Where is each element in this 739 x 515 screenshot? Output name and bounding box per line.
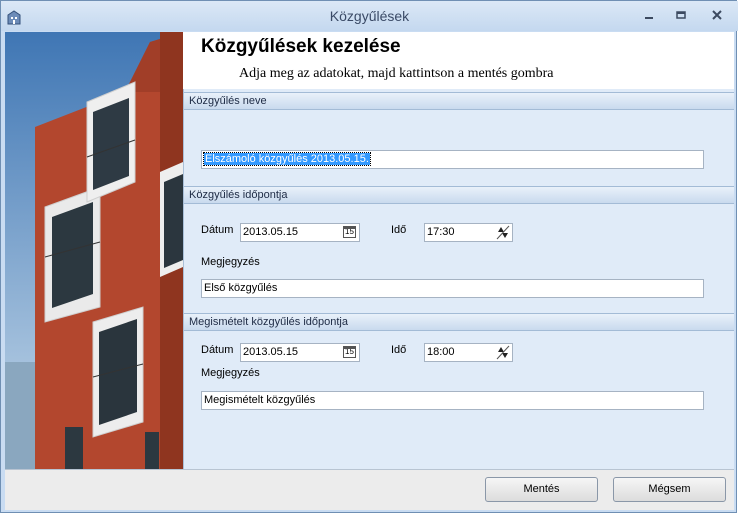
page-title: Közgyűlések kezelése	[201, 36, 401, 57]
date-picker-first[interactable]: 2013.05.15 15	[240, 223, 360, 242]
form-header: Közgyűlések kezelése Adja meg az adatoka…	[183, 32, 734, 89]
date-value: 2013.05.15	[243, 226, 299, 238]
client-area: Közgyűlések kezelése Adja meg az adatoka…	[5, 32, 734, 510]
save-button[interactable]: Mentés	[485, 477, 598, 502]
section-title: Megismételt közgyűlés időpontja	[189, 316, 348, 328]
building-photo	[5, 32, 183, 469]
maximize-icon[interactable]	[667, 6, 695, 26]
note-input-repeat[interactable]: Megismételt közgyűlés	[201, 391, 704, 410]
time-picker-first[interactable]: 17:30	[424, 223, 513, 242]
button-bar: Mentés Mégsem	[5, 469, 734, 510]
date-value: 2013.05.15	[243, 346, 299, 358]
minimize-icon[interactable]	[635, 6, 663, 26]
cancel-button[interactable]: Mégsem	[613, 477, 726, 502]
form-panel: Közgyűlés neve Elszámoló közgyűlés 2013.…	[183, 89, 734, 469]
note-label: Megjegyzés	[201, 256, 260, 268]
section-title: Közgyűlés neve	[189, 95, 267, 107]
meeting-name-value: Elszámoló közgyűlés 2013.05.15.	[203, 152, 371, 166]
close-icon[interactable]	[703, 6, 731, 26]
calendar-icon[interactable]: 15	[343, 346, 356, 358]
date-picker-repeat[interactable]: 2013.05.15 15	[240, 343, 360, 362]
time-picker-repeat[interactable]: 18:00	[424, 343, 513, 362]
calendar-icon[interactable]: 15	[343, 226, 356, 238]
section-title: Közgyűlés időpontja	[189, 189, 288, 201]
time-value: 18:00	[427, 346, 455, 358]
note-input-first[interactable]: Első közgyűlés	[201, 279, 704, 298]
meeting-name-input[interactable]: Elszámoló közgyűlés 2013.05.15.	[201, 150, 704, 169]
title-bar[interactable]: Közgyűlések	[1, 1, 738, 31]
page-subtitle: Adja meg az adatokat, majd kattintson a …	[239, 66, 554, 81]
note-value: Első közgyűlés	[204, 282, 278, 294]
spinner-updown-icon[interactable]	[496, 225, 510, 240]
date-label: Dátum	[201, 224, 234, 236]
window-title: Közgyűlések	[329, 8, 410, 24]
section-header-name: Közgyűlés neve	[184, 92, 734, 110]
note-label: Megjegyzés	[201, 367, 260, 379]
time-label: Idő	[391, 344, 407, 356]
note-value: Megismételt közgyűlés	[204, 394, 316, 406]
section-header-repeat: Megismételt közgyűlés időpontja	[184, 313, 734, 331]
spinner-updown-icon[interactable]	[496, 345, 510, 360]
date-label: Dátum	[201, 344, 234, 356]
app-window: Közgyűlések Közgyűlések kezelése Adja me…	[0, 0, 738, 513]
section-header-first: Közgyűlés időpontja	[184, 186, 734, 204]
time-value: 17:30	[427, 226, 455, 238]
time-label: Idő	[391, 224, 407, 236]
